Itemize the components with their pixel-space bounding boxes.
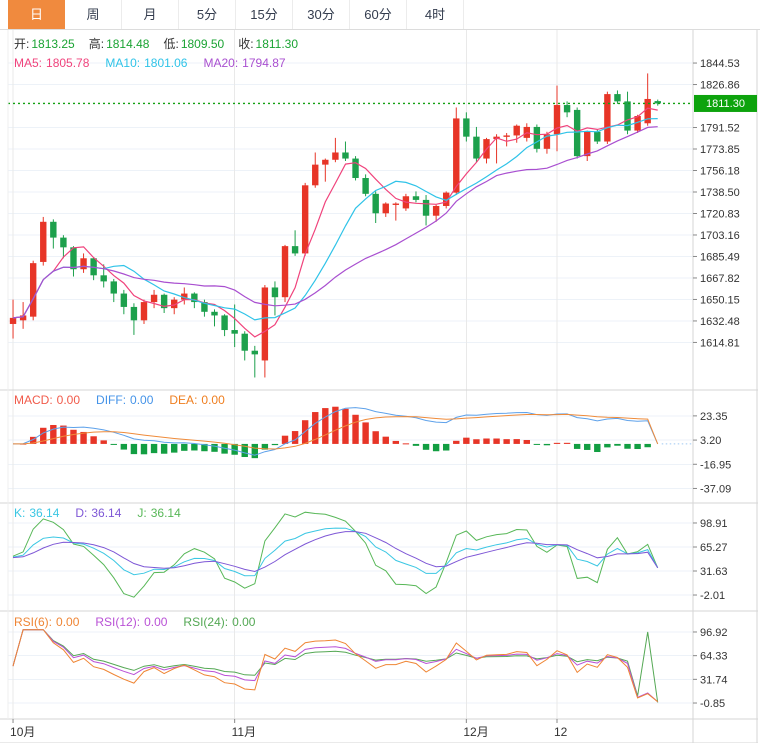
svg-text:64.33: 64.33 <box>700 651 728 663</box>
svg-text:12月: 12月 <box>463 725 488 739</box>
svg-text:1811.30: 1811.30 <box>706 98 745 110</box>
tab-4-timeframe[interactable]: 5分 <box>179 0 236 29</box>
open-value: 1813.25 <box>31 37 74 51</box>
panel-borders <box>0 30 758 743</box>
svg-text:1826.86: 1826.86 <box>700 80 740 92</box>
dea-label: DEA: <box>169 393 197 407</box>
svg-text:1773.85: 1773.85 <box>700 144 740 156</box>
candlesticks <box>10 73 661 377</box>
price-chart-canvas[interactable]: 1844.53 1826.86 1791.52 1773.85 1756.18 1738.… <box>0 30 760 743</box>
timeframe-tabs: 日周月5分15分30分60分4时 <box>0 0 760 30</box>
svg-text:23.35: 23.35 <box>700 411 728 423</box>
svg-text:1844.53: 1844.53 <box>700 58 740 70</box>
ma10-label: MA10: <box>105 56 140 70</box>
svg-text:10月: 10月 <box>10 725 35 739</box>
svg-text:1756.18: 1756.18 <box>700 165 740 177</box>
svg-text:98.91: 98.91 <box>700 518 728 530</box>
svg-text:65.27: 65.27 <box>700 542 728 554</box>
tab-2-timeframe[interactable]: 周 <box>65 0 122 29</box>
svg-text:11月: 11月 <box>232 725 256 739</box>
close-label: 收: <box>238 37 253 51</box>
macd-label: MACD: <box>14 393 53 407</box>
ma5-value: 1805.78 <box>46 56 89 70</box>
svg-text:12: 12 <box>554 725 568 739</box>
d-value: 36.14 <box>91 506 121 520</box>
tab-7-timeframe[interactable]: 60分 <box>350 0 407 29</box>
svg-text:31.63: 31.63 <box>700 566 728 578</box>
rsi24-value: 0.00 <box>232 615 255 629</box>
svg-text:1685.49: 1685.49 <box>700 251 740 263</box>
ma5-label: MA5: <box>14 56 42 70</box>
ma20-label: MA20: <box>203 56 238 70</box>
svg-text:-2.01: -2.01 <box>700 590 725 602</box>
svg-text:-16.95: -16.95 <box>700 459 731 471</box>
horizontal-gridlines <box>8 63 693 703</box>
high-label: 高: <box>89 37 104 51</box>
kdj-readout: K: 36.14 D: 36.14 J: 36.14 <box>14 506 197 521</box>
svg-text:-37.09: -37.09 <box>700 483 731 495</box>
svg-text:1703.16: 1703.16 <box>700 230 740 242</box>
diff-value: 0.00 <box>130 393 153 407</box>
rsi-readout: RSI(6): 0.00 RSI(12): 0.00 RSI(24): 0.00 <box>14 615 271 630</box>
svg-text:1791.52: 1791.52 <box>700 123 740 135</box>
open-label: 开: <box>14 37 29 51</box>
k-label: K: <box>14 506 25 520</box>
svg-text:31.74: 31.74 <box>700 674 728 686</box>
j-value: 36.14 <box>151 506 181 520</box>
rsi24-label: RSI(24): <box>183 615 228 629</box>
rsi12-value: 0.00 <box>144 615 167 629</box>
tab-6-timeframe[interactable]: 30分 <box>293 0 350 29</box>
svg-text:1650.15: 1650.15 <box>700 294 740 306</box>
high-value: 1814.48 <box>106 37 149 51</box>
svg-text:1738.50: 1738.50 <box>700 187 740 199</box>
k-value: 36.14 <box>29 506 59 520</box>
tab-8-timeframe[interactable]: 4时 <box>407 0 464 29</box>
current-price-tag: 1811.30 <box>694 95 757 112</box>
ohlc-readout: 开:1813.25 高:1814.48 低:1809.50 收:1811.30 <box>14 37 312 52</box>
rsi6-label: RSI(6): <box>14 615 52 629</box>
rsi-lines <box>13 630 658 703</box>
ma-readout: MA5: 1805.78 MA10: 1801.06 MA20: 1794.87 <box>14 56 302 71</box>
rsi12-label: RSI(12): <box>95 615 140 629</box>
low-label: 低: <box>163 37 178 51</box>
d-label: D: <box>75 506 87 520</box>
x-axis: 10月 11月 12月 12 <box>10 719 568 739</box>
svg-text:1667.82: 1667.82 <box>700 273 740 285</box>
svg-text:1614.81: 1614.81 <box>700 337 740 349</box>
trading-chart-app: 日周月5分15分30分60分4时 开:1813.25高:1814.48低:180… <box>0 0 760 747</box>
svg-text:96.92: 96.92 <box>700 627 728 639</box>
tab-3-timeframe[interactable]: 月 <box>122 0 179 29</box>
macd-readout: MACD: 0.00 DIFF: 0.00 DEA: 0.00 <box>14 393 241 408</box>
svg-text:1632.48: 1632.48 <box>700 316 740 328</box>
tab-5-timeframe[interactable]: 15分 <box>236 0 293 29</box>
tab-1-timeframe[interactable]: 日 <box>8 0 65 29</box>
svg-text:1720.83: 1720.83 <box>700 208 740 220</box>
rsi6-value: 0.00 <box>56 615 79 629</box>
value-axes: 1844.53 1826.86 1791.52 1773.85 1756.18 1738.… <box>693 58 740 710</box>
macd-value: 0.00 <box>57 393 80 407</box>
diff-label: DIFF: <box>96 393 126 407</box>
ma10-value: 1801.06 <box>144 56 187 70</box>
dea-value: 0.00 <box>201 393 224 407</box>
low-value: 1809.50 <box>181 37 224 51</box>
ma20-value: 1794.87 <box>242 56 285 70</box>
svg-text:3.20: 3.20 <box>700 435 721 447</box>
j-label: J: <box>137 506 146 520</box>
kdj-lines <box>13 512 658 597</box>
close-value: 1811.30 <box>256 37 299 51</box>
svg-text:-0.85: -0.85 <box>700 698 725 710</box>
